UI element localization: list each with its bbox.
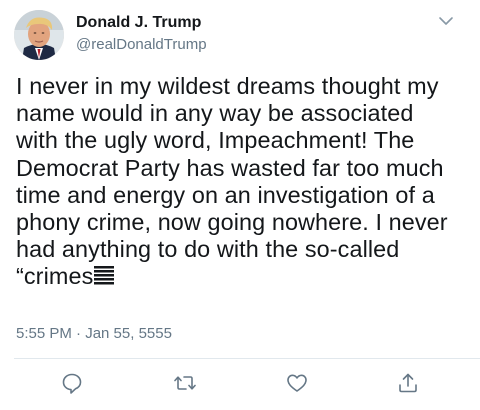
share-icon[interactable]: [397, 372, 419, 394]
heart-icon[interactable]: [286, 372, 308, 394]
redacted-glyph: [94, 266, 115, 287]
user-handle[interactable]: @realDonaldTrump: [76, 35, 207, 55]
chevron-down-icon[interactable]: [438, 14, 454, 28]
reply-icon[interactable]: [61, 372, 83, 394]
author-block: Donald J. Trump @realDonaldTrump: [76, 13, 207, 55]
avatar[interactable]: [14, 10, 64, 60]
tweet-body: I never in my wildest dreams thought my …: [16, 73, 472, 291]
display-name[interactable]: Donald J. Trump: [76, 13, 207, 33]
avatar-photo: [14, 10, 64, 60]
retweet-icon[interactable]: [174, 372, 196, 394]
tweet-text: I never in my wildest dreams thought my …: [16, 73, 448, 290]
divider: [14, 358, 480, 359]
tweet-timestamp[interactable]: 5:55 PM · Jan 55, 5555: [16, 325, 172, 343]
